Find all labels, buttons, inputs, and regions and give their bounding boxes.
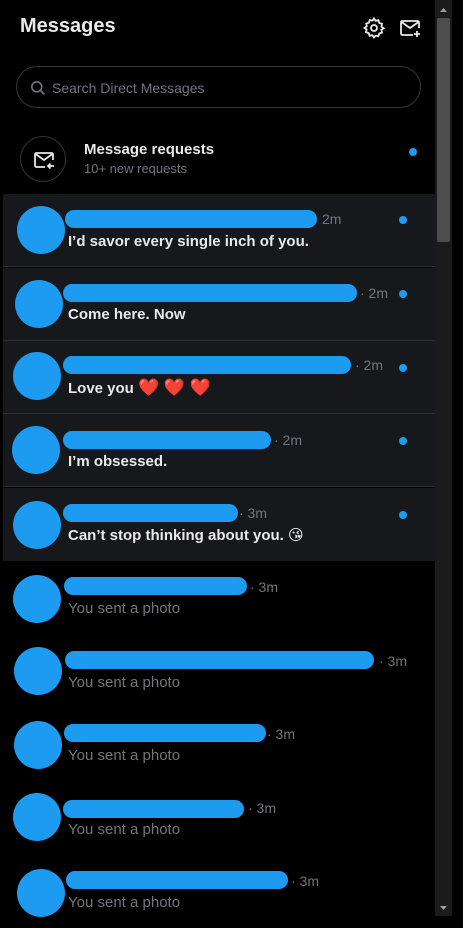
gear-icon[interactable] xyxy=(362,16,386,40)
message-preview: You sent a photo xyxy=(68,747,181,764)
scroll-down-arrow-icon[interactable] xyxy=(437,901,450,913)
redacted-name xyxy=(63,356,351,374)
messages-panel: Messages Search Direct Messages Message … xyxy=(0,0,435,917)
conversation-item[interactable]: · 2m Love you ❤️ ❤️ ❤️ xyxy=(3,341,435,414)
message-preview: Love you ❤️ ❤️ ❤️ xyxy=(68,378,211,398)
requests-title: Message requests xyxy=(84,141,215,158)
message-preview: Come here. Now xyxy=(68,306,186,323)
message-preview: I’m obsessed. xyxy=(68,453,168,470)
message-time: · 2m xyxy=(360,285,388,301)
preview-text: Love you xyxy=(68,380,134,397)
unread-indicator xyxy=(399,290,407,298)
messages-header: Messages xyxy=(0,0,435,58)
conversation-item[interactable]: · 3m You sent a photo xyxy=(3,635,435,708)
avatar xyxy=(15,280,63,328)
avatar xyxy=(13,352,61,400)
message-time: · 3m xyxy=(291,873,319,889)
conversation-item[interactable]: · 3m You sent a photo xyxy=(3,855,435,928)
preview-text: Can’t stop thinking about you. xyxy=(68,527,284,544)
conversation-item[interactable]: · 2m I’m obsessed. xyxy=(3,414,435,487)
new-message-icon[interactable] xyxy=(398,16,422,40)
message-time: · 3m xyxy=(248,800,276,816)
message-preview: Can’t stop thinking about you. 😘 xyxy=(68,526,304,544)
scrollbar-thumb[interactable] xyxy=(437,18,450,242)
avatar xyxy=(13,793,61,841)
redacted-name xyxy=(63,284,357,302)
message-time: · 3m xyxy=(379,653,407,669)
avatar xyxy=(12,426,60,474)
unread-indicator xyxy=(399,511,407,519)
redacted-name xyxy=(63,431,271,449)
redacted-name xyxy=(63,800,244,818)
message-time: 2m xyxy=(322,211,342,227)
redacted-name xyxy=(65,210,317,228)
conversation-item[interactable]: · 3m You sent a photo xyxy=(3,561,435,634)
avatar xyxy=(14,647,62,695)
search-field[interactable] xyxy=(16,66,421,109)
requests-subtitle: 10+ new requests xyxy=(84,161,187,176)
conversation-item[interactable]: · 3m You sent a photo xyxy=(3,708,435,781)
redacted-name xyxy=(66,871,288,889)
message-time: · 3m xyxy=(250,579,278,595)
unread-indicator xyxy=(409,148,417,156)
redacted-name xyxy=(64,724,266,742)
page-title: Messages xyxy=(20,15,116,37)
message-preview: You sent a photo xyxy=(68,600,181,617)
conversation-item[interactable]: · 3m You sent a photo xyxy=(3,782,435,855)
message-preview: You sent a photo xyxy=(68,821,181,838)
unread-indicator xyxy=(399,216,407,224)
avatar xyxy=(17,206,65,254)
unread-indicator xyxy=(399,437,407,445)
window-edge xyxy=(452,0,463,916)
avatar xyxy=(13,501,61,549)
avatar xyxy=(17,869,65,917)
redacted-name xyxy=(65,651,374,669)
kiss-emoji: 😘 xyxy=(288,527,304,544)
conversation-item[interactable]: · 2m Come here. Now xyxy=(3,268,435,341)
message-time: · 3m xyxy=(239,505,267,521)
message-time: · 2m xyxy=(355,357,383,373)
message-preview: I’d savor every single inch of you. xyxy=(68,233,309,250)
avatar xyxy=(14,721,62,769)
message-preview: You sent a photo xyxy=(68,674,181,691)
conversation-item[interactable]: · 3m Can’t stop thinking about you. 😘 xyxy=(3,488,435,561)
heart-emoji: ❤️ ❤️ ❤️ xyxy=(138,378,211,397)
redacted-name xyxy=(64,577,247,595)
redacted-name xyxy=(63,504,238,522)
message-time: · 3m xyxy=(267,726,295,742)
conversation-item[interactable]: 2m I’d savor every single inch of you. xyxy=(3,194,435,267)
message-time: · 2m xyxy=(274,432,302,448)
envelope-arrow-icon xyxy=(20,136,66,182)
message-requests-row[interactable]: Message requests 10+ new requests xyxy=(0,126,435,192)
avatar xyxy=(13,575,61,623)
search-input[interactable] xyxy=(50,67,414,109)
scroll-up-arrow-icon[interactable] xyxy=(437,3,450,15)
unread-indicator xyxy=(399,364,407,372)
search-icon xyxy=(30,80,46,96)
message-preview: You sent a photo xyxy=(68,894,181,911)
